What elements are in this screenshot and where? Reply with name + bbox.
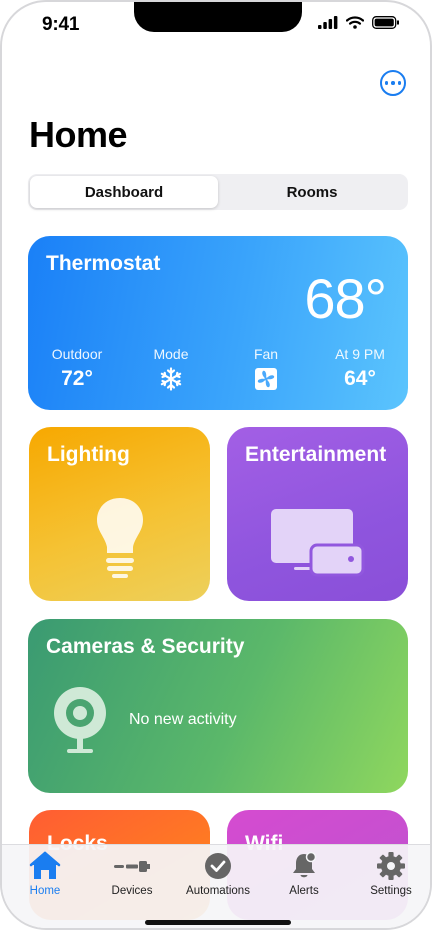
- page-title: Home: [29, 114, 128, 155]
- stat-fan[interactable]: Fan: [246, 346, 286, 391]
- tv-remote-icon: [271, 509, 365, 577]
- segment-dashboard[interactable]: Dashboard: [30, 176, 218, 208]
- snowflake-icon: [160, 367, 182, 391]
- battery-icon: [372, 16, 399, 29]
- entertainment-card[interactable]: Entertainment: [227, 427, 408, 601]
- entertainment-title: Entertainment: [245, 443, 387, 466]
- fan-icon: [255, 368, 277, 390]
- status-icons: [318, 16, 400, 29]
- stat-scheduled: At 9 PM 64°: [330, 346, 390, 391]
- cameras-title: Cameras & Security: [46, 635, 245, 658]
- wifi-signal-icon: [346, 16, 364, 29]
- cellular-signal-icon: [318, 16, 338, 29]
- tab-bar: Home Devices Automations Alerts Settings: [2, 844, 430, 928]
- tab-label: Settings: [370, 885, 412, 897]
- gear-icon: [377, 852, 405, 880]
- tab-settings[interactable]: Settings: [347, 851, 430, 897]
- stat-label: Fan: [253, 346, 279, 362]
- stat-mode[interactable]: Mode: [144, 346, 198, 391]
- clock-check-icon: [205, 853, 231, 879]
- stat-label: Outdoor: [51, 346, 103, 362]
- security-camera-icon: [54, 687, 106, 753]
- home-indicator: [145, 920, 291, 925]
- thermostat-current-temp: 68°: [304, 267, 387, 330]
- stat-label: Mode: [153, 346, 189, 362]
- segment-rooms[interactable]: Rooms: [218, 176, 406, 208]
- lighting-card[interactable]: Lighting: [29, 427, 210, 601]
- more-options-button[interactable]: [380, 70, 406, 96]
- devices-plug-icon: [114, 861, 150, 872]
- stat-label: At 9 PM: [335, 346, 385, 362]
- thermostat-card[interactable]: Thermostat 68° Outdoor 72° Mode Fan At 9…: [28, 236, 408, 410]
- thermostat-title: Thermostat: [46, 252, 161, 275]
- tab-label: Home: [29, 885, 61, 897]
- view-segmented-control: Dashboard Rooms: [28, 174, 408, 210]
- house-icon: [29, 851, 61, 879]
- ellipsis-circle-icon: [384, 81, 402, 85]
- tab-label: Devices: [111, 885, 153, 897]
- lightbulb-icon: [97, 498, 143, 578]
- tab-home[interactable]: Home: [2, 851, 89, 897]
- tab-alerts[interactable]: Alerts: [260, 851, 348, 897]
- device-notch: [134, 2, 302, 32]
- cameras-status: No new activity: [129, 711, 237, 728]
- tab-devices[interactable]: Devices: [88, 851, 176, 897]
- lighting-title: Lighting: [47, 443, 130, 466]
- tab-label: Alerts: [289, 885, 319, 897]
- tab-label: Automations: [186, 885, 250, 897]
- stat-outdoor: Outdoor 72°: [46, 346, 108, 391]
- stat-value: 64°: [344, 367, 376, 390]
- bell-icon: [293, 851, 317, 878]
- phone-screen: 9:41 Home Dashboard Rooms Thermostat 68°…: [0, 0, 432, 930]
- tab-automations[interactable]: Automations: [174, 851, 262, 897]
- status-time: 9:41: [42, 14, 80, 35]
- cameras-security-card[interactable]: Cameras & Security No new activity: [28, 619, 408, 793]
- stat-value: 72°: [61, 367, 93, 390]
